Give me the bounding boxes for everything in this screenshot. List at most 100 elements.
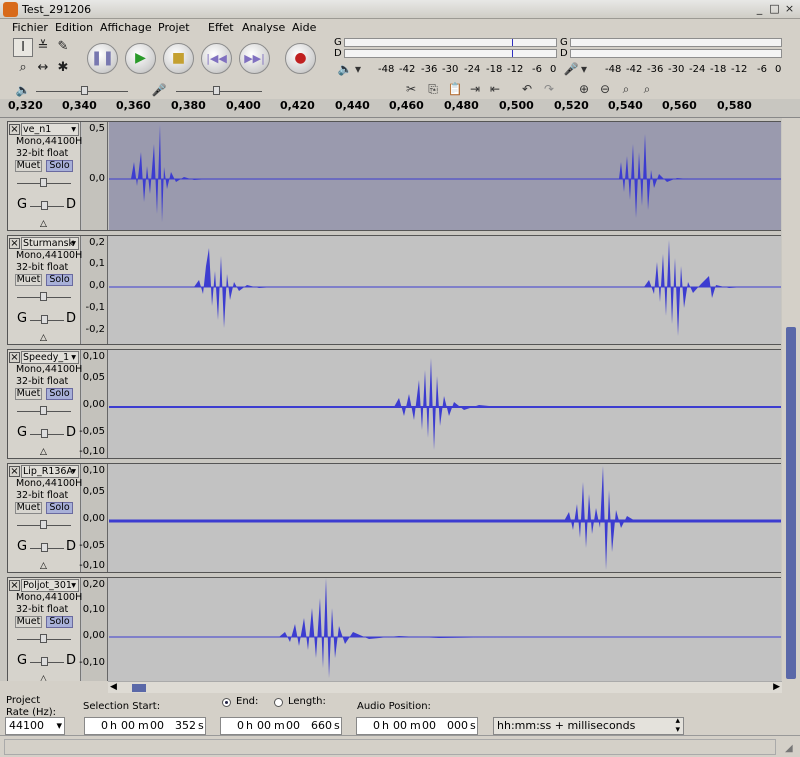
collapse-arrow-icon[interactable]: △ xyxy=(40,561,47,571)
mic-dropdown-icon[interactable]: ▾ xyxy=(578,62,590,78)
track-name-menu[interactable]: Poljot_301 ▾ xyxy=(21,579,79,592)
minimize-icon[interactable]: _ xyxy=(752,2,767,17)
length-radio[interactable] xyxy=(274,698,283,707)
close-track-icon[interactable]: × xyxy=(9,238,20,249)
menu-edition[interactable]: Edition xyxy=(55,21,93,34)
vertical-scrollbar[interactable] xyxy=(782,118,800,681)
audio-position-field[interactable]: 0 h 00 m 00 000 s xyxy=(356,717,478,735)
mute-button[interactable]: Muet xyxy=(15,616,42,628)
track-name-menu[interactable]: Lip_R136A ▾ xyxy=(21,465,79,478)
input-meter-right[interactable] xyxy=(570,49,782,58)
track-area[interactable]: × ve_n1 ▾ Mono,44100Hz 32-bit float Muet … xyxy=(0,118,782,681)
draw-tool-icon[interactable]: ✎ xyxy=(53,38,73,57)
skip-start-button[interactable]: |◀◀ xyxy=(201,43,232,74)
track-name-menu[interactable]: Speedy_1 ▾ xyxy=(21,351,79,364)
zoom-out-icon[interactable]: ⊖ xyxy=(596,82,614,98)
track-name-menu[interactable]: ve_n1 ▾ xyxy=(21,123,79,136)
solo-button[interactable]: Solo xyxy=(46,616,73,628)
close-window-icon[interactable]: × xyxy=(782,2,797,17)
waveform-area[interactable] xyxy=(109,578,781,681)
track-4[interactable]: × Lip_R136A ▾ Mono,44100Hz 32-bit float M… xyxy=(7,463,781,573)
gain-knob[interactable] xyxy=(40,520,47,529)
timeline-ruler[interactable]: 0,320 0,340 0,360 0,380 0,400 0,420 0,44… xyxy=(0,99,800,118)
output-meter-right[interactable] xyxy=(344,49,557,58)
track-3[interactable]: × Speedy_1 ▾ Mono,44100Hz 32-bit float Mu… xyxy=(7,349,781,459)
menu-analyse[interactable]: Analyse xyxy=(242,21,285,34)
close-track-icon[interactable]: × xyxy=(9,352,20,363)
timeshift-tool-icon[interactable]: ↔ xyxy=(33,59,53,78)
menu-effet[interactable]: Effet xyxy=(208,21,234,34)
selection-start-field[interactable]: 0 h 00 m 00 352 s xyxy=(84,717,206,735)
cut-icon[interactable]: ✂ xyxy=(402,82,420,98)
waveform-area[interactable] xyxy=(109,122,781,230)
selection-end-field[interactable]: 0 h 00 m 00 660 s xyxy=(220,717,342,735)
horizontal-scrollbar[interactable]: ◀ ▶ xyxy=(108,681,782,693)
waveform-area[interactable] xyxy=(109,236,781,344)
scroll-left-icon[interactable]: ◀ xyxy=(110,682,117,692)
pan-knob[interactable] xyxy=(41,315,48,324)
pause-button[interactable]: ❚❚ xyxy=(87,43,118,74)
track-name-menu[interactable]: Sturmansk ▾ xyxy=(21,237,79,250)
scroll-right-icon[interactable]: ▶ xyxy=(773,682,780,692)
mute-button[interactable]: Muet xyxy=(15,388,42,400)
collapse-arrow-icon[interactable]: △ xyxy=(40,333,47,343)
paste-icon[interactable]: 📋 xyxy=(446,82,464,98)
playback-volume-knob[interactable] xyxy=(81,86,88,95)
collapse-arrow-icon[interactable]: △ xyxy=(40,447,47,457)
track-1[interactable]: × ve_n1 ▾ Mono,44100Hz 32-bit float Muet … xyxy=(7,121,781,231)
record-volume-knob[interactable] xyxy=(213,86,220,95)
menu-projet[interactable]: Projet xyxy=(158,21,190,34)
solo-button[interactable]: Solo xyxy=(46,502,73,514)
mute-button[interactable]: Muet xyxy=(15,274,42,286)
mute-button[interactable]: Muet xyxy=(15,160,42,172)
solo-button[interactable]: Solo xyxy=(46,388,73,400)
collapse-arrow-icon[interactable]: △ xyxy=(40,674,47,681)
fit-selection-icon[interactable]: ⌕ xyxy=(617,82,635,98)
redo-icon[interactable]: ↷ xyxy=(540,82,558,98)
close-track-icon[interactable]: × xyxy=(9,124,20,135)
time-format-select[interactable]: hh:mm:ss + milliseconds ▴ ▾ xyxy=(493,717,684,735)
record-button[interactable]: ● xyxy=(285,43,316,74)
multi-tool-icon[interactable]: ✱ xyxy=(53,59,73,78)
gain-knob[interactable] xyxy=(40,178,47,187)
undo-icon[interactable]: ↶ xyxy=(518,82,536,98)
vertical-scroll-thumb[interactable] xyxy=(786,327,796,679)
collapse-arrow-icon[interactable]: △ xyxy=(40,219,47,229)
zoom-tool-icon[interactable]: ⌕ xyxy=(13,59,33,78)
close-track-icon[interactable]: × xyxy=(9,466,20,477)
silence-icon[interactable]: ⇤ xyxy=(486,82,504,98)
copy-icon[interactable]: ⎘ xyxy=(424,82,442,98)
resize-grip-icon[interactable]: ◢ xyxy=(785,743,797,755)
menu-fichier[interactable]: Fichier xyxy=(12,21,48,34)
stop-button[interactable]: ■ xyxy=(163,43,194,74)
track-5[interactable]: × Poljot_301 ▾ Mono,44100Hz 32-bit float … xyxy=(7,577,781,681)
play-button[interactable]: ▶ xyxy=(125,43,156,74)
pan-knob[interactable] xyxy=(41,657,48,666)
output-meter-left[interactable] xyxy=(344,38,557,47)
fit-project-icon[interactable]: ⌕ xyxy=(638,82,656,98)
pan-knob[interactable] xyxy=(41,543,48,552)
track-2[interactable]: × Sturmansk ▾ Mono,44100Hz 32-bit float M… xyxy=(7,235,781,345)
pan-knob[interactable] xyxy=(41,201,48,210)
maximize-icon[interactable]: □ xyxy=(767,2,782,17)
gain-knob[interactable] xyxy=(40,292,47,301)
zoom-in-icon[interactable]: ⊕ xyxy=(575,82,593,98)
solo-button[interactable]: Solo xyxy=(46,160,73,172)
solo-button[interactable]: Solo xyxy=(46,274,73,286)
input-meter-left[interactable] xyxy=(570,38,782,47)
waveform-area[interactable] xyxy=(109,350,781,458)
close-track-icon[interactable]: × xyxy=(9,580,20,591)
end-radio[interactable] xyxy=(222,698,231,707)
menu-affichage[interactable]: Affichage xyxy=(100,21,152,34)
menu-aide[interactable]: Aide xyxy=(292,21,316,34)
speaker-dropdown-icon[interactable]: ▾ xyxy=(352,62,364,78)
gain-knob[interactable] xyxy=(40,634,47,643)
project-rate-select[interactable]: 44100 ▾ xyxy=(5,717,65,735)
skip-end-button[interactable]: ▶▶| xyxy=(239,43,270,74)
waveform-area[interactable] xyxy=(109,464,781,572)
envelope-tool-icon[interactable]: ≚ xyxy=(33,38,53,57)
mute-button[interactable]: Muet xyxy=(15,502,42,514)
trim-icon[interactable]: ⇥ xyxy=(466,82,484,98)
selection-tool-icon[interactable]: I xyxy=(13,38,33,57)
gain-knob[interactable] xyxy=(40,406,47,415)
